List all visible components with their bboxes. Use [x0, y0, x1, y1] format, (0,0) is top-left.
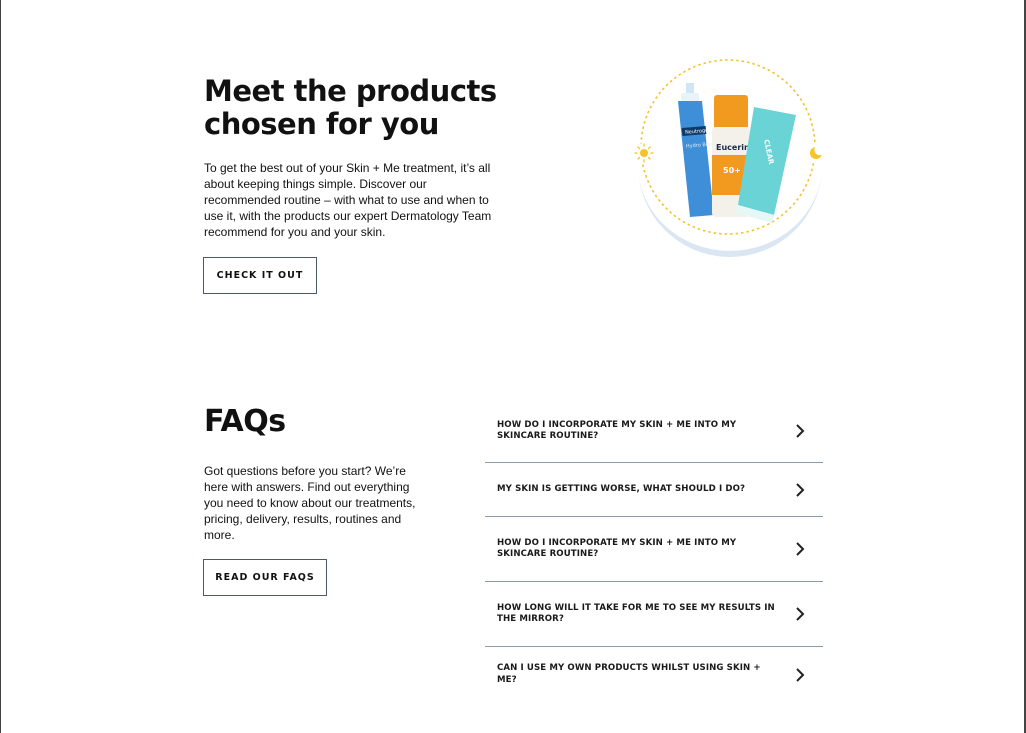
faq-item[interactable]: HOW DO I INCORPORATE MY SKIN + ME INTO M…: [485, 400, 823, 463]
chevron-right-icon: [796, 424, 805, 438]
svg-text:Neutrogena: Neutrogena: [685, 127, 715, 136]
faq-question: MY SKIN IS GETTING WORSE, WHAT SHOULD I …: [497, 483, 746, 494]
faq-item[interactable]: CAN I USE MY OWN PRODUCTS WHILST USING S…: [485, 647, 823, 702]
products-heading: Meet the products chosen for you: [204, 74, 497, 141]
products-description: To get the best out of your Skin + Me tr…: [204, 161, 492, 239]
read-our-faqs-button[interactable]: READ OUR FAQS: [203, 559, 327, 596]
svg-text:Eucerin: Eucerin: [716, 143, 750, 152]
page-border-left: [0, 0, 1, 733]
faq-question: HOW DO I INCORPORATE MY SKIN + ME INTO M…: [497, 537, 737, 560]
faq-question: CAN I USE MY OWN PRODUCTS WHILST USING S…: [497, 663, 761, 685]
sun-icon: [634, 143, 654, 163]
svg-text:50+: 50+: [723, 166, 741, 175]
faq-accordion: HOW DO I INCORPORATE MY SKIN + ME INTO M…: [485, 400, 823, 702]
moon-icon: [806, 143, 826, 163]
products-illustration: Neutrogena Hydro Boost Eucerin 50+ CLEAR: [626, 55, 831, 260]
faq-question: HOW LONG WILL IT TAKE FOR ME TO SEE MY R…: [497, 602, 775, 625]
chevron-right-icon: [796, 482, 805, 497]
chevron-right-icon: [796, 667, 805, 682]
faq-item[interactable]: HOW LONG WILL IT TAKE FOR ME TO SEE MY R…: [485, 582, 823, 647]
faq-item[interactable]: MY SKIN IS GETTING WORSE, WHAT SHOULD I …: [485, 463, 823, 517]
faqs-description: Got questions before you start? We’re he…: [204, 464, 416, 542]
faq-question: HOW DO I INCORPORATE MY SKIN + ME INTO M…: [497, 419, 737, 442]
chevron-right-icon: [796, 607, 805, 621]
faq-item[interactable]: HOW DO I INCORPORATE MY SKIN + ME INTO M…: [485, 517, 823, 582]
faqs-heading: FAQs: [204, 404, 286, 439]
chevron-right-icon: [796, 542, 805, 556]
check-it-out-button[interactable]: CHECK IT OUT: [203, 257, 317, 294]
cleanser-bottle: Neutrogena Hydro Boost: [678, 83, 717, 217]
